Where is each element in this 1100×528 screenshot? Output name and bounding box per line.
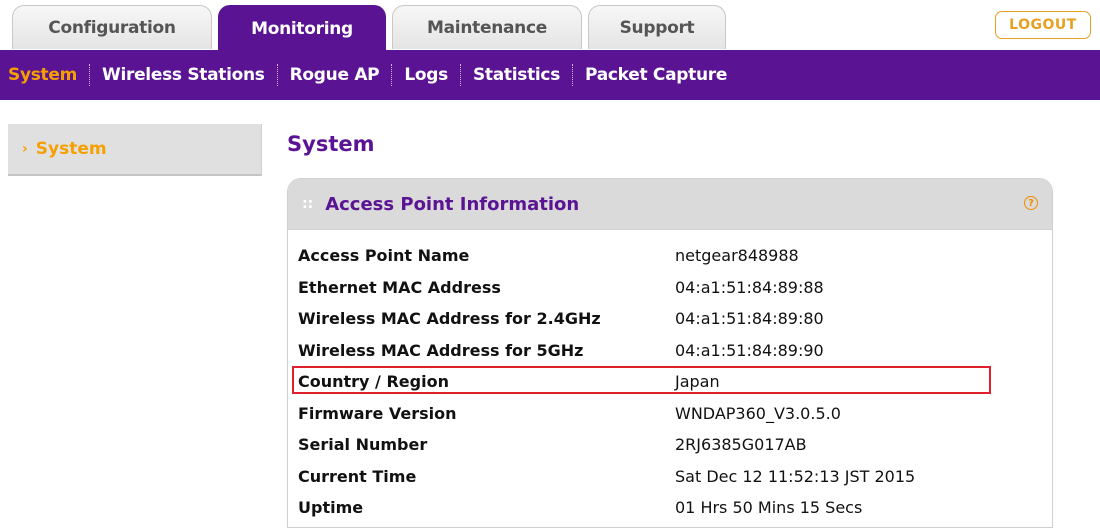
top-tab-bar: Configuration Monitoring Maintenance Sup… [12, 5, 732, 51]
info-row-wireless-mac-24: Wireless MAC Address for 2.4GHz 04:a1:51… [288, 303, 1052, 335]
info-table: Access Point Name netgear848988 Ethernet… [288, 230, 1052, 524]
row-value: netgear848988 [675, 246, 799, 266]
tab-configuration[interactable]: Configuration [12, 5, 212, 49]
grip-icon: :: [302, 196, 314, 212]
info-row-uptime: Uptime 01 Hrs 50 Mins 15 Secs [288, 492, 1052, 524]
info-row-firmware-version: Firmware Version WNDAP360_V3.0.5.0 [288, 398, 1052, 430]
info-row-country-region: Country / Region Japan [288, 366, 1052, 398]
side-menu-item-system[interactable]: › System [8, 124, 262, 176]
row-label: Uptime [298, 498, 364, 518]
info-row-ethernet-mac: Ethernet MAC Address 04:a1:51:84:89:88 [288, 272, 1052, 304]
row-label: Wireless MAC Address for 2.4GHz [298, 309, 601, 329]
subnav-statistics[interactable]: Statistics [473, 65, 560, 85]
row-label: Firmware Version [298, 403, 457, 423]
access-point-info-panel: :: Access Point Information ? Access Poi… [287, 178, 1053, 528]
help-icon[interactable]: ? [1024, 196, 1038, 210]
subnav-wireless-stations[interactable]: Wireless Stations [102, 65, 265, 85]
subnav-divider [572, 64, 574, 86]
row-value: 04:a1:51:84:89:88 [675, 277, 824, 297]
subnav-rogue-ap[interactable]: Rogue AP [290, 65, 380, 85]
logout-button[interactable]: LOGOUT [995, 11, 1091, 39]
row-label: Wireless MAC Address for 5GHz [298, 340, 584, 360]
row-value: WNDAP360_V3.0.5.0 [675, 403, 841, 423]
row-label: Country / Region [298, 372, 449, 392]
subnav-system[interactable]: System [8, 65, 77, 85]
row-value: 04:a1:51:84:89:80 [675, 309, 824, 329]
side-menu-label: System [35, 139, 107, 159]
page-title: System [287, 132, 375, 156]
tab-support[interactable]: Support [588, 5, 726, 49]
row-value: Japan [675, 372, 720, 392]
subnav-logs[interactable]: Logs [404, 65, 448, 85]
subnav-divider [89, 64, 91, 86]
sub-nav-bar: System Wireless Stations Rogue AP Logs S… [0, 50, 1100, 100]
tab-monitoring[interactable]: Monitoring [218, 5, 386, 51]
panel-header: :: Access Point Information ? [288, 179, 1052, 230]
row-label: Current Time [298, 466, 417, 486]
row-value: 01 Hrs 50 Mins 15 Secs [675, 498, 863, 518]
row-value: 2RJ6385G017AB [675, 435, 807, 455]
chevron-right-icon: › [22, 141, 28, 157]
panel-title: Access Point Information [325, 193, 580, 215]
subnav-packet-capture[interactable]: Packet Capture [585, 65, 727, 85]
tab-maintenance[interactable]: Maintenance [392, 5, 582, 49]
info-row-serial-number: Serial Number 2RJ6385G017AB [288, 429, 1052, 461]
row-value: Sat Dec 12 11:52:13 JST 2015 [675, 466, 916, 486]
row-label: Access Point Name [298, 246, 470, 266]
subnav-divider [276, 64, 278, 86]
subnav-divider [391, 64, 393, 86]
info-row-ap-name: Access Point Name netgear848988 [288, 240, 1052, 272]
info-row-wireless-mac-5: Wireless MAC Address for 5GHz 04:a1:51:8… [288, 335, 1052, 367]
row-value: 04:a1:51:84:89:90 [675, 340, 824, 360]
subnav-divider [459, 64, 461, 86]
row-label: Serial Number [298, 435, 428, 455]
row-label: Ethernet MAC Address [298, 277, 501, 297]
info-row-current-time: Current Time Sat Dec 12 11:52:13 JST 201… [288, 461, 1052, 493]
